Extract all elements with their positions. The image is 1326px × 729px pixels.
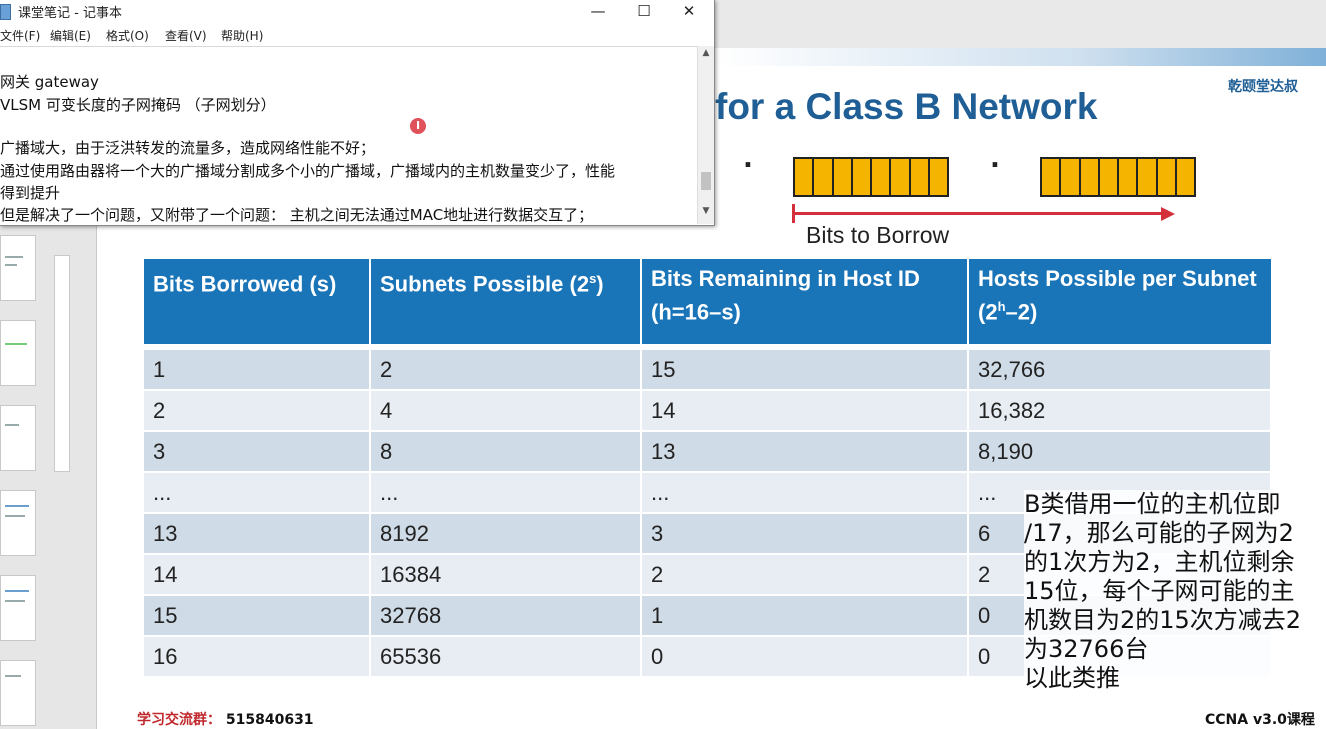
slide-thumbnail[interactable]	[0, 660, 36, 726]
maximize-button[interactable]: ☐	[621, 0, 667, 24]
table-row: 1 2 15 32,766	[144, 344, 1272, 390]
octet-box-host	[1040, 157, 1196, 197]
menu-view[interactable]: 查看(V)	[165, 27, 207, 44]
borrow-arrow	[793, 212, 1163, 215]
slide-thumbnail[interactable]	[0, 320, 36, 386]
text-line: 但是解决了一个问题，又附带了一个问题： 主机之间无法通过MAC地址进行数据交互了…	[0, 206, 594, 224]
table-cell: 14	[641, 389, 969, 431]
text-cursor-icon: I	[410, 118, 426, 134]
minimize-button[interactable]: —	[575, 0, 621, 24]
bits-to-borrow-label: Bits to Borrow	[806, 222, 950, 248]
menu-bar: 文件(F) 编辑(E) 格式(O) 查看(V) 帮助(H)	[0, 24, 714, 46]
table-cell: ...	[370, 471, 642, 513]
table-cell: 16384	[370, 553, 642, 595]
table-cell: 8,190	[968, 430, 1272, 472]
octet-dot: .	[990, 144, 1000, 174]
table-cell: 2	[641, 553, 969, 595]
table-cell: 8192	[370, 512, 642, 554]
scroll-up-icon[interactable]: ▲	[698, 48, 714, 58]
thumbnail-scrollbar[interactable]	[54, 255, 70, 472]
window-title: 课堂笔记 - 记事本	[18, 6, 122, 21]
notepad-window[interactable]: 课堂笔记 - 记事本 — ☐ ✕ 文件(F) 编辑(E) 格式(O) 查看(V)…	[0, 0, 715, 226]
text-line: 得到提升	[0, 184, 61, 202]
table-cell: 4	[370, 389, 642, 431]
table-cell: 1	[641, 594, 969, 636]
table-cell: 3	[144, 430, 371, 472]
text-editor-area[interactable]: 网关 gateway VLSM 可变长度的子网掩码 （子网划分） 广播域大，由于…	[0, 46, 697, 225]
notepad-icon	[0, 4, 11, 20]
group-label: 学习交流群： 515840631	[137, 709, 314, 729]
menu-edit[interactable]: 编辑(E)	[50, 27, 91, 44]
arrow-head-icon	[1161, 207, 1175, 221]
text-line: 通过使用路由器将一个大的广播域分割成多个小的广播域，广播域内的主机数量变少了，性…	[0, 162, 616, 180]
text-line: VLSM 可变长度的子网掩码 （子网划分）	[0, 96, 276, 114]
table-cell: 2	[370, 344, 642, 390]
slide-thumbnail[interactable]	[0, 575, 36, 641]
table-row: 2 4 14 16,382	[144, 389, 1272, 431]
table-row: 3 8 13 8,190	[144, 430, 1272, 472]
octet-dot: .	[743, 144, 753, 174]
ppt-header-gradient	[714, 48, 1326, 66]
table-cell: ...	[641, 471, 969, 513]
column-header: Bits Borrowed (s)	[144, 259, 371, 347]
table-header-row: Bits Borrowed (s) Subnets Possible (2s) …	[144, 259, 1271, 347]
scroll-thumb[interactable]	[701, 172, 711, 190]
table-cell: 16,382	[968, 389, 1272, 431]
table-cell: 3	[641, 512, 969, 554]
table-cell: 32768	[370, 594, 642, 636]
vertical-scrollbar[interactable]: ▲ ▼	[697, 46, 714, 224]
close-button[interactable]: ✕	[666, 0, 712, 24]
slide-thumbnail[interactable]	[0, 235, 36, 301]
slide-thumbnail[interactable]	[0, 490, 36, 556]
menu-format[interactable]: 格式(O)	[106, 27, 149, 44]
table-cell: 8	[370, 430, 642, 472]
menu-file[interactable]: 文件(F)	[0, 27, 40, 44]
annotation-note: B类借用一位的主机位即 /17，那么可能的子网为2 的1次方为2，主机位剩余 1…	[1024, 490, 1324, 693]
table-cell: 16	[144, 635, 371, 676]
table-cell: 2	[144, 389, 371, 431]
column-header: Bits Remaining in Host ID (h=16–s)	[641, 259, 969, 347]
table-cell: 1	[144, 344, 371, 390]
table-cell: 0	[641, 635, 969, 676]
scroll-down-icon[interactable]: ▼	[698, 206, 714, 216]
ppt-ribbon-area	[714, 0, 1326, 48]
brand-label: 乾颐堂达叔	[1228, 79, 1298, 95]
table-cell: 14	[144, 553, 371, 595]
table-cell: 13	[641, 430, 969, 472]
title-bar[interactable]: 课堂笔记 - 记事本 — ☐ ✕	[0, 0, 714, 24]
octet-box-borrow	[793, 157, 949, 197]
table-cell: 15	[144, 594, 371, 636]
menu-help[interactable]: 帮助(H)	[221, 27, 263, 44]
text-line: 网关 gateway	[0, 73, 99, 91]
slide-thumbnail-panel	[0, 225, 96, 729]
text-line: 广播域大，由于泛洪转发的流量多，造成网络性能不好；	[0, 139, 376, 157]
table-cell: ...	[144, 471, 371, 513]
group-number: 515840631	[225, 712, 314, 728]
column-header: Subnets Possible (2s)	[370, 259, 642, 347]
table-cell: 13	[144, 512, 371, 554]
table-cell: 15	[641, 344, 969, 390]
table-cell: 65536	[370, 635, 642, 676]
table-cell: 32,766	[968, 344, 1272, 390]
group-label-text: 学习交流群：	[137, 712, 221, 728]
course-footer: CCNA v3.0课程	[1205, 712, 1315, 728]
column-header: Hosts Possible per Subnet (2h–2)	[968, 259, 1271, 347]
slide-thumbnail[interactable]	[0, 405, 36, 471]
slide-title: for a Class B Network	[715, 86, 1098, 127]
